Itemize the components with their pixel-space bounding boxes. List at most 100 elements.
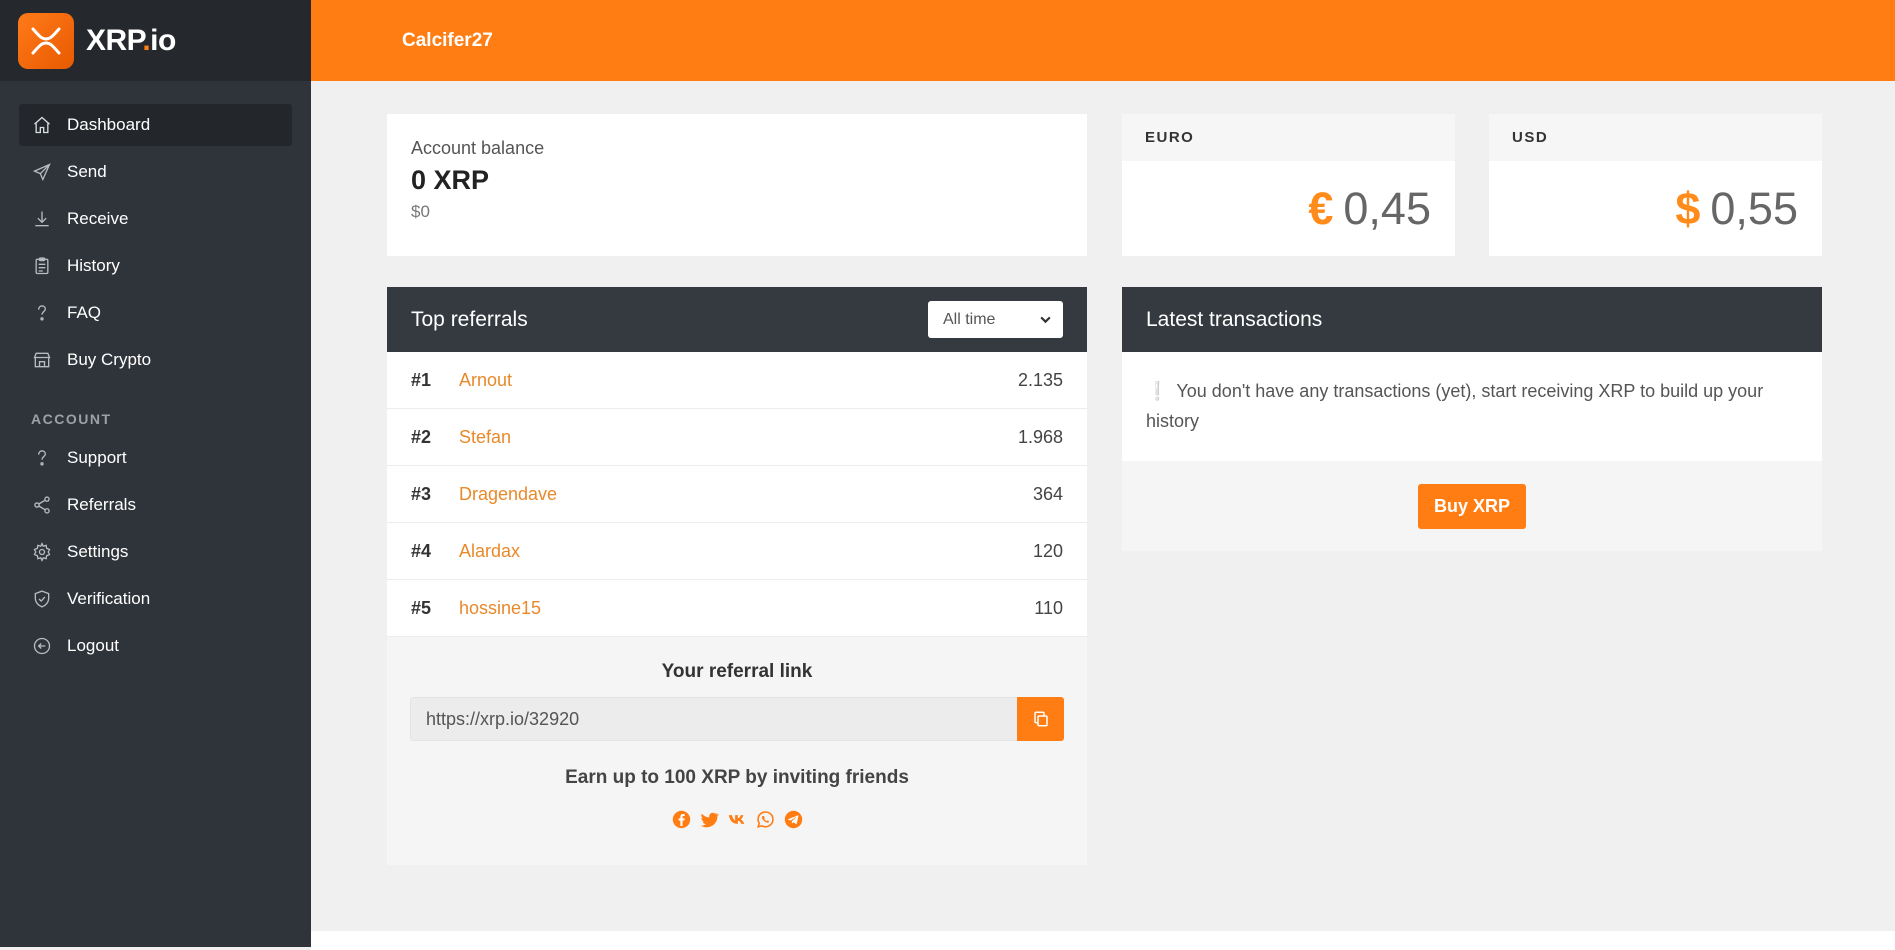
home-icon xyxy=(31,114,53,136)
referral-count: 120 xyxy=(1032,540,1063,561)
referral-name-link[interactable]: Stefan xyxy=(459,427,1018,448)
referral-link-input[interactable]: https://xrp.io/32920 xyxy=(410,697,1017,741)
referral-count: 2.135 xyxy=(1017,369,1063,390)
sidebar-item-faq[interactable]: FAQ xyxy=(19,292,292,334)
table-row: #5 hossine15 110 xyxy=(387,580,1087,637)
balance-fiat: $0 xyxy=(411,202,430,221)
clipboard-icon xyxy=(31,255,53,277)
euro-icon: € xyxy=(1308,182,1334,234)
transactions-empty-text: You don't have any transactions (yet), s… xyxy=(1146,381,1764,431)
top-referrals-header: Top referrals All time xyxy=(387,287,1087,352)
whatsapp-icon[interactable] xyxy=(755,809,775,829)
telegram-icon[interactable] xyxy=(783,809,803,829)
account-balance-card: Account balance 0 XRP $0 xyxy=(387,114,1087,256)
sidebar-item-dashboard[interactable]: Dashboard xyxy=(19,104,292,146)
balance-value: 0 XRP xyxy=(411,165,490,195)
download-icon xyxy=(31,208,53,230)
sidebar-item-label: Verification xyxy=(67,589,151,608)
table-row: #1 Arnout 2.135 xyxy=(387,352,1087,409)
share-icon xyxy=(31,494,53,516)
sidebar-item-logout[interactable]: Logout xyxy=(19,625,292,667)
sidebar-item-label: Buy Crypto xyxy=(67,350,152,369)
sidebar-item-label: Send xyxy=(67,162,107,181)
logo-text: XRP.io xyxy=(86,23,176,57)
balance-label: Account balance xyxy=(411,138,545,158)
sidebar-item-verification[interactable]: Verification xyxy=(19,578,292,620)
referral-name-link[interactable]: hossine15 xyxy=(459,598,1034,619)
sidebar-item-settings[interactable]: Settings xyxy=(19,531,292,573)
table-row: #4 Alardax 120 xyxy=(387,523,1087,580)
latest-transactions-header: Latest transactions xyxy=(1122,287,1822,352)
sidebar-item-label: History xyxy=(67,256,120,275)
referral-count: 1.968 xyxy=(1017,426,1063,447)
table-row: #2 Stefan 1.968 xyxy=(387,409,1087,466)
earn-text: Earn up to 100 XRP by inviting friends xyxy=(565,767,909,788)
sidebar: XRP.io Dashboard Send Receive History FA… xyxy=(0,0,311,947)
sidebar-item-label: Support xyxy=(67,448,127,467)
dollar-icon: $ xyxy=(1675,182,1701,234)
latest-transactions-title: Latest transactions xyxy=(1146,307,1323,331)
sidebar-nav: Dashboard Send Receive History FAQ Buy C… xyxy=(0,81,311,667)
app-root: XRP.io Dashboard Send Receive History FA… xyxy=(0,0,1895,950)
sidebar-item-referrals[interactable]: Referrals xyxy=(19,484,292,526)
referral-link-title: Your referral link xyxy=(661,661,813,682)
referral-period-select[interactable]: All time xyxy=(928,301,1063,338)
copy-icon xyxy=(1033,711,1048,727)
username[interactable]: Calcifer27 xyxy=(402,30,493,52)
referral-link-box: https://xrp.io/32920 xyxy=(410,697,1064,741)
sidebar-section-account: ACCOUNT xyxy=(31,411,112,427)
copy-link-button[interactable] xyxy=(1017,697,1064,741)
logout-icon xyxy=(31,635,53,657)
gear-icon xyxy=(31,541,53,563)
paper-plane-icon xyxy=(31,161,53,183)
latest-transactions-panel: Latest transactions ❕ You don't have any … xyxy=(1122,287,1822,551)
main-content: Account balance 0 XRP $0 EURO € 0,45 USD… xyxy=(311,81,1895,931)
top-referrals-title: Top referrals xyxy=(411,307,528,331)
sidebar-item-label: FAQ xyxy=(67,303,102,322)
social-share-icons xyxy=(387,809,1087,829)
referral-name-link[interactable]: Dragendave xyxy=(459,484,1033,505)
vk-icon[interactable] xyxy=(727,809,747,829)
euro-rate-number: 0,45 xyxy=(1343,182,1431,234)
referral-count: 364 xyxy=(1032,483,1063,504)
euro-rate-label: EURO xyxy=(1122,114,1455,161)
buy-xrp-button[interactable]: Buy XRP xyxy=(1418,484,1526,529)
sidebar-item-history[interactable]: History xyxy=(19,245,292,287)
referral-rank: #4 xyxy=(411,540,432,561)
xrp-logo-icon xyxy=(18,12,74,69)
sidebar-item-label: Logout xyxy=(67,636,119,655)
referral-link-section: Your referral link https://xrp.io/32920 … xyxy=(387,637,1087,829)
chevron-down-icon xyxy=(1040,316,1051,324)
usd-rate-number: 0,55 xyxy=(1710,182,1798,234)
transactions-empty-message: ❕ You don't have any transactions (yet), … xyxy=(1122,352,1822,461)
footer-strip xyxy=(311,931,1895,950)
sidebar-item-label: Settings xyxy=(67,542,129,561)
sidebar-item-buy-crypto[interactable]: Buy Crypto xyxy=(19,339,292,381)
exclamation-icon: ❕ xyxy=(1146,381,1169,401)
table-row: #3 Dragendave 364 xyxy=(387,466,1087,523)
sidebar-item-label: Receive xyxy=(67,209,129,228)
facebook-icon[interactable] xyxy=(671,809,691,829)
sidebar-item-support[interactable]: Support xyxy=(19,437,292,479)
sidebar-item-label: Referrals xyxy=(67,495,136,514)
euro-rate-value: € 0,45 xyxy=(1122,161,1455,256)
question-icon xyxy=(31,302,53,324)
twitter-icon[interactable] xyxy=(699,809,719,829)
referral-name-link[interactable]: Alardax xyxy=(459,541,1033,562)
referral-period-value: All time xyxy=(943,310,996,328)
referral-name-link[interactable]: Arnout xyxy=(459,370,1018,391)
sidebar-item-receive[interactable]: Receive xyxy=(19,198,292,240)
sidebar-item-send[interactable]: Send xyxy=(19,151,292,193)
referral-rank: #1 xyxy=(411,369,432,390)
referral-rank: #2 xyxy=(411,426,432,447)
store-icon xyxy=(31,349,53,371)
referral-rank: #3 xyxy=(411,483,432,504)
shield-icon xyxy=(31,588,53,610)
usd-rate-label: USD xyxy=(1489,114,1822,161)
usd-rate-card: USD $ 0,55 xyxy=(1489,114,1822,256)
top-bar: Calcifer27 xyxy=(311,0,1895,81)
logo[interactable]: XRP.io xyxy=(0,0,311,81)
sidebar-item-label: Dashboard xyxy=(67,115,151,134)
usd-rate-value: $ 0,55 xyxy=(1489,161,1822,256)
referral-rank: #5 xyxy=(411,597,432,618)
